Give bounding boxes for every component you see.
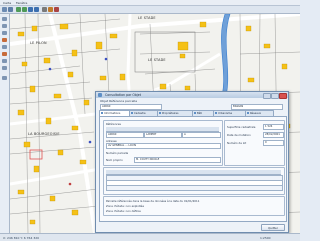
map-label-la-bourgeoisie: LA BOURGEOISIE xyxy=(28,132,60,136)
refresh-icon[interactable] xyxy=(34,7,39,12)
pan-icon[interactable] xyxy=(28,7,33,12)
help-tool-icon[interactable] xyxy=(2,76,7,80)
address-field[interactable]: AV GENERAL ... LOUIS xyxy=(106,143,221,149)
info-line-2: Zone d'étude: non exploitée xyxy=(106,204,144,208)
status-scale: 1:2500 xyxy=(260,235,271,240)
lot-field[interactable]: 0 xyxy=(263,140,284,146)
info-line-1: Parcelle référencée dans la base de donn… xyxy=(106,199,200,203)
references-group: Références A0060 LAMERT A Adresse AV GEN… xyxy=(103,120,223,166)
object-select-value: A0060 xyxy=(102,105,111,109)
stadium-outline xyxy=(134,31,196,73)
secondary-select-value: BIGNAN xyxy=(233,105,244,109)
main-toolbar xyxy=(0,6,300,14)
marker xyxy=(48,67,52,71)
map-label-le-pilon: LE PILON xyxy=(30,41,47,45)
lieu-field[interactable]: LAMERT xyxy=(144,132,182,138)
section-field[interactable]: A xyxy=(182,132,221,138)
app-icon xyxy=(98,93,102,97)
print-icon[interactable] xyxy=(54,7,59,12)
list-row[interactable] xyxy=(106,185,283,191)
references-label: Références xyxy=(106,122,121,126)
save-icon[interactable] xyxy=(8,7,13,12)
details-group: Superficie cadastrale 1 524 Date de muta… xyxy=(224,120,285,166)
lot-label: Numéro de lot xyxy=(227,141,247,145)
map-label-le-stade: LE STADE xyxy=(148,58,166,62)
menu-item-fenetre[interactable]: Fenêtre xyxy=(16,1,27,5)
references-table-header xyxy=(106,127,219,132)
draw-tool-icon[interactable] xyxy=(2,52,7,56)
road xyxy=(48,14,97,233)
maximize-button[interactable] xyxy=(271,93,279,99)
annotation-tool-icon[interactable] xyxy=(2,38,7,42)
consultation-dialog: Consultation par Objet Objet Référence p… xyxy=(95,91,289,233)
select-tool-icon[interactable] xyxy=(2,17,7,21)
map-label-le-stade-top: LE STADE xyxy=(138,16,156,20)
info-group: Parcelle référencée dans la base de donn… xyxy=(103,196,285,216)
selected-parcel xyxy=(29,149,43,160)
dialog-title-bar[interactable]: Consultation par Objet xyxy=(96,92,288,99)
tab-panel: Références A0060 LAMERT A Adresse AV GEN… xyxy=(99,116,287,222)
surface-label: Superficie cadastrale xyxy=(227,125,256,129)
close-window-button[interactable] xyxy=(279,93,287,99)
date-label: Date de mutation xyxy=(227,133,251,137)
open-icon[interactable] xyxy=(2,7,7,12)
measure-tool-icon[interactable] xyxy=(2,24,7,28)
list-header xyxy=(106,170,281,175)
layer-tool-icon[interactable] xyxy=(2,45,7,49)
menu-item-carte[interactable]: Carte xyxy=(3,1,11,5)
export-tool-icon[interactable] xyxy=(2,59,7,63)
date-field[interactable]: 28/02/2001 xyxy=(263,132,284,138)
marker xyxy=(88,140,92,144)
status-line: Zone d'étude: non définie xyxy=(106,209,141,213)
close-button[interactable]: Quitter xyxy=(261,224,285,231)
reference-field[interactable]: A0060 xyxy=(106,132,144,138)
dialog-title: Consultation par Objet xyxy=(105,93,142,98)
owner-field[interactable]: M. COUTY NICOLE xyxy=(134,157,221,163)
status-coordinates: X: 246 810 Y: 6 764 320 xyxy=(3,235,40,240)
list-group xyxy=(103,167,285,195)
layers-icon[interactable] xyxy=(42,7,47,12)
zoom-out-icon[interactable] xyxy=(22,7,27,12)
info-icon[interactable] xyxy=(48,7,53,12)
zoom-in-icon[interactable] xyxy=(16,7,21,12)
print-tool-icon[interactable] xyxy=(2,66,7,70)
left-tool-panel xyxy=(0,14,10,233)
parcel-number-label: Numéro parcelle xyxy=(106,151,129,155)
surface-field[interactable]: 1 524 xyxy=(263,124,284,130)
dialog-subtitle: Objet Référence parcelle xyxy=(100,99,138,103)
marker xyxy=(68,182,72,186)
marker xyxy=(104,57,108,61)
search-tool-icon[interactable] xyxy=(2,31,7,35)
minimize-button[interactable] xyxy=(263,93,271,99)
owner-label: Nom proprio xyxy=(106,158,123,162)
